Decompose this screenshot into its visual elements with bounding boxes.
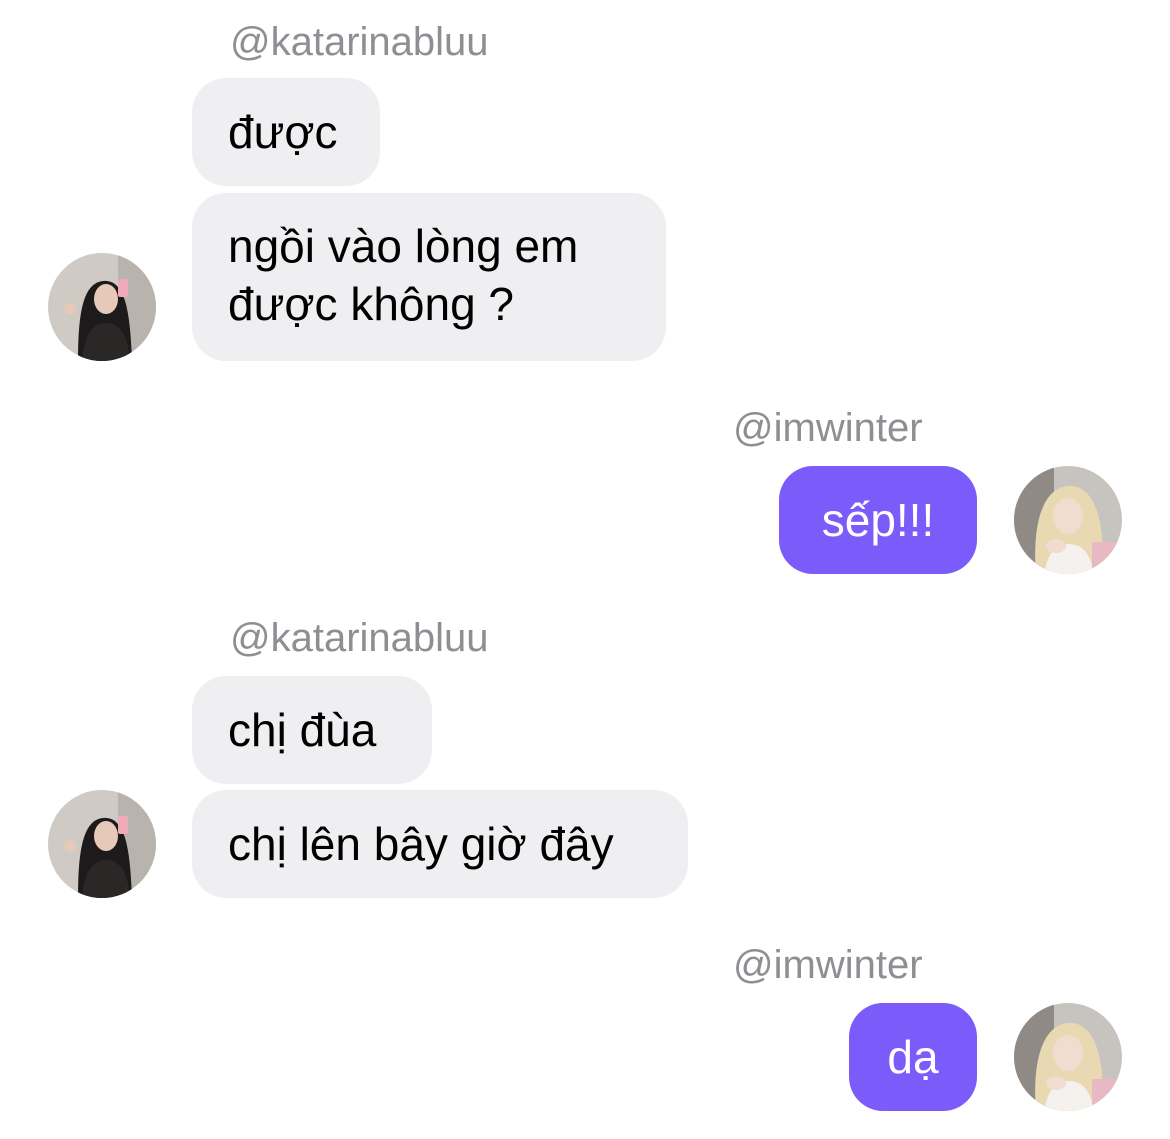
message-text: được — [228, 106, 338, 158]
message-bubble[interactable]: được — [192, 78, 380, 186]
avatar[interactable] — [1014, 1003, 1122, 1111]
message-text: chị đùa — [228, 704, 377, 756]
message-bubble[interactable]: ngồi vào lòng em được không ? — [192, 193, 666, 361]
sender-username[interactable]: @katarinabluu — [230, 618, 489, 658]
avatar[interactable] — [1014, 466, 1122, 574]
message-text: chị lên bây giờ đây — [228, 818, 614, 870]
message-bubble[interactable]: sếp!!! — [779, 466, 977, 574]
avatar[interactable] — [48, 253, 156, 361]
sender-username[interactable]: @imwinter — [733, 945, 923, 985]
sender-username[interactable]: @katarinabluu — [230, 22, 489, 62]
message-text: dạ — [887, 1031, 939, 1083]
message-bubble[interactable]: dạ — [849, 1003, 977, 1111]
katarinabluu-avatar-image — [48, 790, 156, 898]
avatar[interactable] — [48, 790, 156, 898]
message-bubble[interactable]: chị đùa — [192, 676, 432, 784]
imwinter-avatar-image — [1014, 466, 1122, 574]
message-bubble[interactable]: chị lên bây giờ đây — [192, 790, 688, 898]
sender-username[interactable]: @imwinter — [733, 408, 923, 448]
message-text: sếp!!! — [821, 494, 935, 546]
message-text: ngồi vào lòng em được không ? — [228, 220, 579, 330]
imwinter-avatar-image — [1014, 1003, 1122, 1111]
katarinabluu-avatar-image — [48, 253, 156, 361]
